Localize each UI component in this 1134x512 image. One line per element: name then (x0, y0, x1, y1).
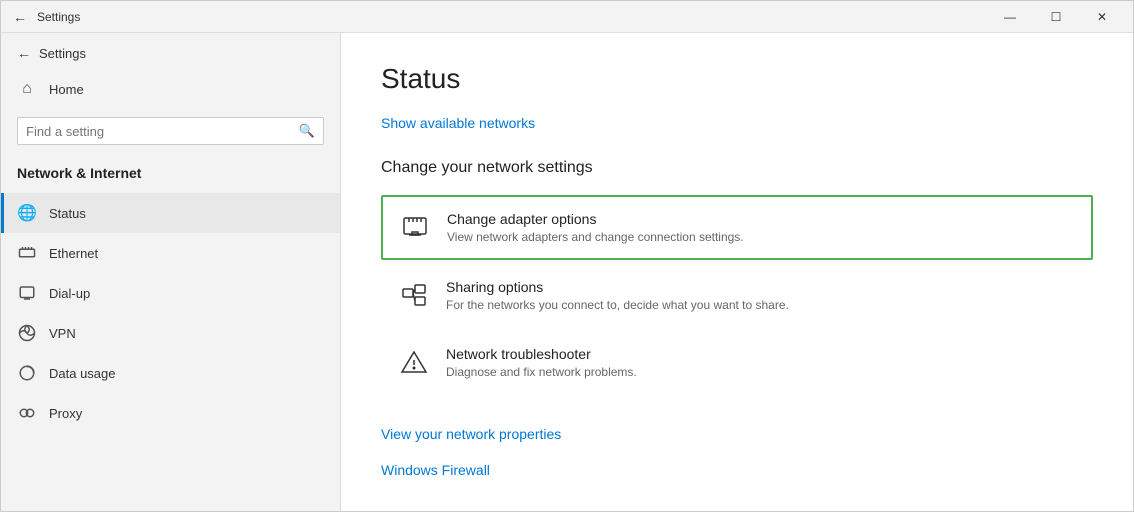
page-title: Status (381, 63, 1093, 95)
titlebar-controls: — ☐ ✕ (987, 1, 1125, 33)
content-area: ← Settings ⌂ Home 🔍 Network & Internet 🌐… (1, 33, 1133, 511)
sidebar-item-dialup[interactable]: Dial-up (1, 273, 340, 313)
back-arrow-icon[interactable]: ← (13, 9, 27, 25)
sidebar-ethernet-label: Ethernet (49, 246, 98, 261)
sharing-options-item[interactable]: Sharing options For the networks you con… (381, 264, 1093, 327)
sidebar-vpn-label: VPN (49, 326, 76, 341)
sidebar-item-vpn[interactable]: VPN (1, 313, 340, 353)
sidebar-data-usage-label: Data usage (49, 366, 116, 381)
sidebar-item-proxy[interactable]: Proxy (1, 393, 340, 433)
sharing-options-desc: For the networks you connect to, decide … (446, 298, 1076, 312)
main-content: Status Show available networks Change yo… (341, 33, 1133, 511)
section-subtitle: Change your network settings (381, 159, 1093, 177)
data-usage-icon (17, 363, 37, 383)
sidebar-section-title: Network & Internet (1, 157, 340, 193)
troubleshooter-desc: Diagnose and fix network problems. (446, 365, 1076, 379)
sharing-options-title: Sharing options (446, 279, 1076, 295)
titlebar-left: ← Settings (13, 9, 80, 25)
settings-window: ← Settings — ☐ ✕ ← Settings ⌂ Home (0, 0, 1134, 512)
windows-firewall-link[interactable]: Windows Firewall (381, 462, 490, 478)
troubleshooter-title: Network troubleshooter (446, 346, 1076, 362)
troubleshooter-icon (398, 346, 430, 378)
sharing-options-text: Sharing options For the networks you con… (446, 279, 1076, 312)
change-adapter-text: Change adapter options View network adap… (447, 211, 1075, 244)
sidebar: ← Settings ⌂ Home 🔍 Network & Internet 🌐… (1, 33, 341, 511)
sidebar-dialup-label: Dial-up (49, 286, 90, 301)
dialup-icon (17, 283, 37, 303)
proxy-icon (17, 403, 37, 423)
sidebar-search-container: 🔍 (17, 117, 324, 145)
back-arrow-icon: ← (17, 45, 31, 61)
home-icon: ⌂ (17, 79, 37, 99)
sidebar-item-ethernet[interactable]: Ethernet (1, 233, 340, 273)
sharing-options-icon (398, 279, 430, 311)
vpn-icon (17, 323, 37, 343)
maximize-button[interactable]: ☐ (1033, 1, 1079, 33)
view-network-properties-link[interactable]: View your network properties (381, 426, 561, 442)
close-button[interactable]: ✕ (1079, 1, 1125, 33)
show-networks-link[interactable]: Show available networks (381, 115, 535, 131)
search-icon: 🔍 (299, 123, 315, 139)
titlebar: ← Settings — ☐ ✕ (1, 1, 1133, 33)
network-troubleshooter-item[interactable]: Network troubleshooter Diagnose and fix … (381, 331, 1093, 394)
change-adapter-title: Change adapter options (447, 211, 1075, 227)
change-adapter-icon (399, 211, 431, 243)
ethernet-icon (17, 243, 37, 263)
minimize-button[interactable]: — (987, 1, 1033, 33)
titlebar-title: Settings (37, 10, 80, 24)
sidebar-item-data-usage[interactable]: Data usage (1, 353, 340, 393)
sidebar-home-label: Home (49, 82, 84, 97)
sidebar-proxy-label: Proxy (49, 406, 82, 421)
sidebar-settings-label: Settings (39, 46, 86, 61)
sidebar-back-button[interactable]: ← Settings (1, 33, 340, 69)
sidebar-item-home[interactable]: ⌂ Home (1, 69, 340, 109)
change-adapter-desc: View network adapters and change connect… (447, 230, 1075, 244)
change-adapter-item[interactable]: Change adapter options View network adap… (381, 195, 1093, 260)
troubleshooter-text: Network troubleshooter Diagnose and fix … (446, 346, 1076, 379)
globe-icon: 🌐 (17, 203, 37, 223)
sidebar-status-label: Status (49, 206, 86, 221)
sidebar-item-status[interactable]: 🌐 Status (1, 193, 340, 233)
search-input[interactable] (26, 124, 293, 139)
